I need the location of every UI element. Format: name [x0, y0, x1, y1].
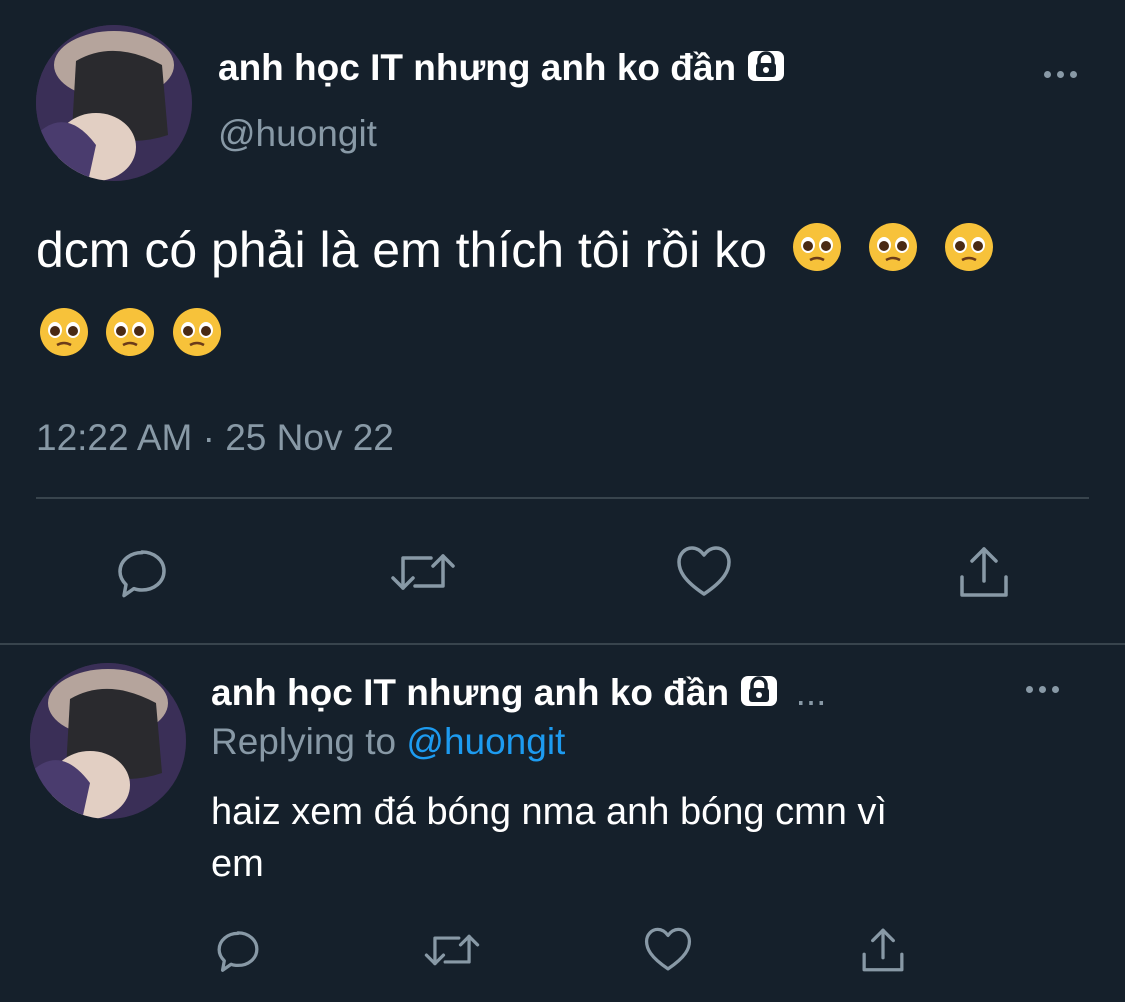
avatar[interactable]: [36, 25, 192, 181]
display-name-text[interactable]: anh học IT nhưng anh ko đần: [218, 47, 736, 88]
pleading-face-emoji: [791, 221, 843, 286]
section-divider: [0, 643, 1125, 645]
timestamp[interactable]: 12:22 AM · 25 Nov 22: [36, 416, 394, 460]
heart-icon: [677, 546, 731, 596]
reply-text-line: em: [211, 843, 264, 885]
pleading-face-emoji: [867, 221, 919, 286]
heart-icon: [644, 927, 692, 971]
reply-avatar[interactable]: [30, 663, 186, 819]
reply-reply-button[interactable]: [210, 922, 266, 978]
replying-to-label: Replying to: [211, 721, 397, 762]
reply-text-line: haiz xem đá bóng nma anh bóng cmn vì: [211, 791, 887, 833]
reply-like-button[interactable]: [640, 922, 696, 978]
reply-display-name[interactable]: anh học IT nhưng anh ko đần ...: [211, 671, 826, 718]
tweet-text-emoji-line: [28, 306, 223, 366]
reply-icon: [118, 550, 166, 598]
lock-icon: [746, 47, 786, 93]
tweet-text: dcm có phải là em thích tôi rồi ko: [36, 220, 1096, 286]
divider: [36, 497, 1089, 499]
pleading-face-emoji: [171, 306, 223, 363]
replying-to: Replying to @huongit: [211, 720, 565, 764]
like-button[interactable]: [672, 540, 736, 604]
reply-share-button[interactable]: [855, 922, 911, 978]
retweet-icon: [424, 934, 480, 966]
name-truncation: ...: [795, 672, 827, 713]
retweet-icon: [391, 554, 455, 590]
retweet-button[interactable]: [388, 540, 458, 604]
handle[interactable]: @huongit: [218, 112, 377, 156]
pleading-face-emoji: [104, 306, 156, 363]
more-icon[interactable]: [1044, 71, 1077, 78]
reply-retweet-button[interactable]: [422, 922, 482, 978]
reply-button[interactable]: [110, 540, 174, 604]
replying-to-handle[interactable]: @huongit: [406, 721, 565, 762]
reply-icon: [217, 931, 259, 972]
pleading-face-emoji: [38, 306, 90, 363]
reply-more-icon[interactable]: [1026, 686, 1059, 693]
pleading-face-emoji: [943, 221, 995, 286]
share-icon: [960, 547, 1008, 597]
reply-text: haiz xem đá bóng nma anh bóng cmn vì em: [211, 786, 887, 890]
share-icon: [862, 928, 904, 972]
share-button[interactable]: [952, 540, 1016, 604]
lock-icon: [739, 672, 779, 718]
display-name[interactable]: anh học IT nhưng anh ko đần: [218, 46, 786, 93]
tweet-text-line: dcm có phải là em thích tôi rồi ko: [36, 222, 767, 278]
reply-display-name-text[interactable]: anh học IT nhưng anh ko đần: [211, 672, 729, 713]
